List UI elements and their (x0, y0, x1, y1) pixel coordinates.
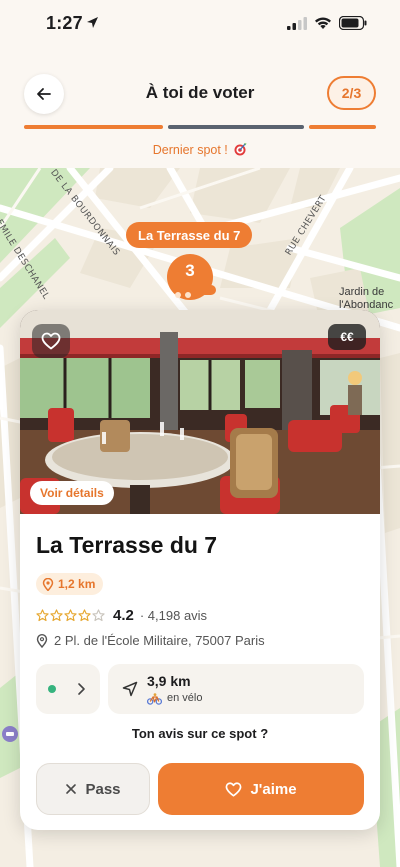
view-details-button[interactable]: Voir détails (30, 481, 114, 505)
favorite-button[interactable] (32, 324, 70, 358)
like-label: J'aime (250, 780, 297, 798)
opening-status-button[interactable] (36, 664, 100, 714)
wifi-icon (315, 17, 331, 29)
rating-row: 4.2 · 4,198 avis (36, 605, 207, 625)
map-pin-number: 3 (185, 261, 195, 280)
chevron-right-icon (78, 683, 85, 695)
heart-outline-icon (41, 332, 61, 350)
target-dart-icon (234, 143, 247, 156)
star-outline-icon (78, 608, 91, 621)
cellular-signal-icon (287, 17, 307, 30)
last-spot-label: Dernier spot ! (0, 142, 400, 157)
rating-value: 4.2 (113, 606, 134, 624)
opinion-question: Ton avis sur ce spot ? (131, 726, 269, 741)
pass-label: Pass (85, 780, 121, 798)
progress-segment-3 (309, 125, 376, 129)
location-arrow-icon (87, 17, 98, 28)
navigation-arrow-icon (122, 681, 138, 697)
location-pin-icon (42, 577, 54, 591)
star-rating (36, 608, 105, 622)
travel-info[interactable]: 3,9 km en vélo (108, 664, 364, 714)
address-text: 2 Pl. de l'École Militaire, 75007 Paris (54, 633, 265, 648)
status-time: 1:27 (46, 13, 83, 33)
address-row: 2 Pl. de l'École Militaire, 75007 Paris (36, 633, 265, 648)
map-poi-label: Jardin de l'Abondanc (339, 286, 394, 311)
travel-mode: en vélo (167, 692, 203, 704)
last-spot-text: Dernier spot ! (152, 143, 228, 157)
travel-distance: 3,9 km (147, 673, 191, 689)
star-outline-icon (36, 608, 49, 621)
step-counter-badge: 2/3 (327, 76, 376, 110)
pass-button[interactable]: Pass (36, 763, 150, 815)
star-outline-icon (50, 608, 63, 621)
address-pin-icon (36, 633, 48, 648)
battery-icon (339, 16, 367, 30)
heart-outline-icon (226, 781, 242, 797)
star-outline-icon (64, 608, 77, 621)
vote-header: À toi de voter 2/3 Dernier spot ! (0, 50, 400, 168)
progress-segment-2 (168, 125, 304, 129)
review-count: · 4,198 avis (139, 607, 208, 623)
like-button[interactable]: J'aime (158, 763, 364, 815)
progress-segment-1 (24, 125, 163, 129)
price-level-badge: €€ (328, 324, 366, 350)
star-outline-icon (92, 608, 105, 621)
map-pin-marker[interactable]: 3 (164, 253, 216, 301)
map-pin-label[interactable]: La Terrasse du 7 (126, 222, 253, 248)
distance-value: 1,2 km (58, 577, 96, 591)
bicycle-icon (147, 693, 162, 705)
spot-card[interactable]: €€ Voir détails La Terrasse du 7 1,2 km … (20, 310, 380, 830)
distance-tag: 1,2 km (36, 573, 104, 595)
close-icon (66, 784, 77, 794)
open-status-dot (48, 685, 56, 693)
status-bar: 1:27 (0, 0, 400, 50)
place-name: La Terrasse du 7 (36, 532, 218, 558)
